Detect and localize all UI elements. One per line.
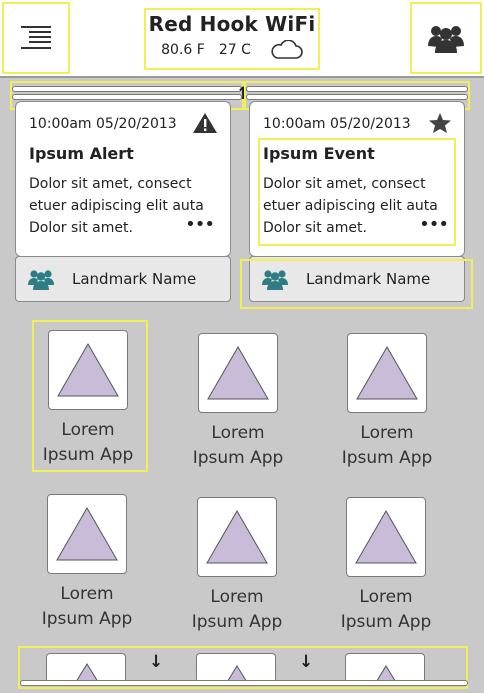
- card-title: Ipsum Alert: [29, 144, 134, 163]
- app-tile[interactable]: Lorem Ipsum App: [33, 330, 143, 468]
- app-tile-partial[interactable]: [196, 653, 276, 683]
- title-box: Red Hook WiFi 80.6 F 27 C: [144, 8, 320, 70]
- warning-icon: [193, 113, 217, 133]
- app-label: Lorem Ipsum App: [41, 584, 133, 629]
- more-options-icon[interactable]: •••: [419, 216, 449, 234]
- star-icon: [429, 113, 451, 133]
- triangle-icon: [374, 665, 398, 683]
- app-icon-tile: [48, 330, 128, 410]
- triangle-icon: [356, 345, 418, 400]
- triangle-icon: [207, 345, 269, 400]
- temp-fahrenheit: 80.6 F: [161, 42, 205, 58]
- app-icon-tile: [47, 494, 127, 574]
- app-icon-tile: [198, 333, 278, 413]
- triangle-icon: [206, 509, 268, 564]
- app-tile[interactable]: Lorem Ipsum App: [183, 333, 293, 471]
- scroll-down-arrow[interactable]: ↓: [149, 652, 163, 672]
- top-bar: Red Hook WiFi 80.6 F 27 C: [0, 0, 484, 78]
- rail-line: [12, 94, 242, 100]
- rail-line: [246, 94, 468, 100]
- app-label: Lorem Ipsum App: [341, 423, 433, 468]
- app-tile[interactable]: Lorem Ipsum App: [182, 497, 292, 635]
- app-icon-tile: [347, 333, 427, 413]
- app-icon-tile: [197, 497, 277, 577]
- app-title: Red Hook WiFi: [148, 12, 316, 36]
- triangle-icon: [355, 509, 417, 564]
- event-card[interactable]: 10:00am 05/20/2013 Ipsum Event Dolor sit…: [249, 101, 465, 257]
- app-label: Lorem Ipsum App: [42, 420, 134, 465]
- card-timestamp: 10:00am 05/20/2013: [29, 116, 177, 132]
- app-label: Lorem Ipsum App: [191, 587, 283, 632]
- landmark-label: Landmark Name: [72, 270, 197, 288]
- card-title: Ipsum Event: [263, 144, 375, 163]
- rail-line: [12, 86, 242, 92]
- triangle-icon: [74, 663, 100, 683]
- app-tile[interactable]: Lorem Ipsum App: [332, 333, 442, 471]
- cloud-icon: [271, 40, 303, 59]
- landmark-button[interactable]: Landmark Name: [15, 256, 231, 302]
- app-tile-partial[interactable]: [345, 653, 425, 683]
- app-tile[interactable]: Lorem Ipsum App: [331, 497, 441, 635]
- card-timestamp: 10:00am 05/20/2013: [263, 116, 411, 132]
- app-label: Lorem Ipsum App: [340, 587, 432, 632]
- hamburger-menu-icon: [21, 26, 51, 49]
- people-group-icon: [428, 26, 464, 53]
- landmark-highlight: [240, 259, 473, 309]
- menu-button[interactable]: [2, 2, 70, 74]
- temp-celsius: 27 C: [218, 42, 251, 58]
- triangle-icon: [225, 665, 249, 683]
- people-group-icon: [28, 270, 54, 290]
- app-label: Lorem Ipsum App: [192, 423, 284, 468]
- weather-readout: 80.6 F 27 C: [144, 40, 320, 60]
- people-button[interactable]: [410, 2, 482, 74]
- alert-card[interactable]: 10:00am 05/20/2013 Ipsum Alert Dolor sit…: [15, 101, 231, 257]
- scroll-down-arrow[interactable]: ↓: [299, 652, 313, 672]
- app-tile-partial[interactable]: [46, 653, 126, 683]
- more-options-icon[interactable]: •••: [185, 216, 215, 234]
- rail-line: [246, 86, 468, 92]
- triangle-icon: [57, 342, 119, 397]
- app-icon-tile: [346, 497, 426, 577]
- app-tile[interactable]: Lorem Ipsum App: [32, 494, 142, 632]
- bottom-scroll-rail[interactable]: [20, 680, 468, 686]
- triangle-icon: [56, 506, 118, 561]
